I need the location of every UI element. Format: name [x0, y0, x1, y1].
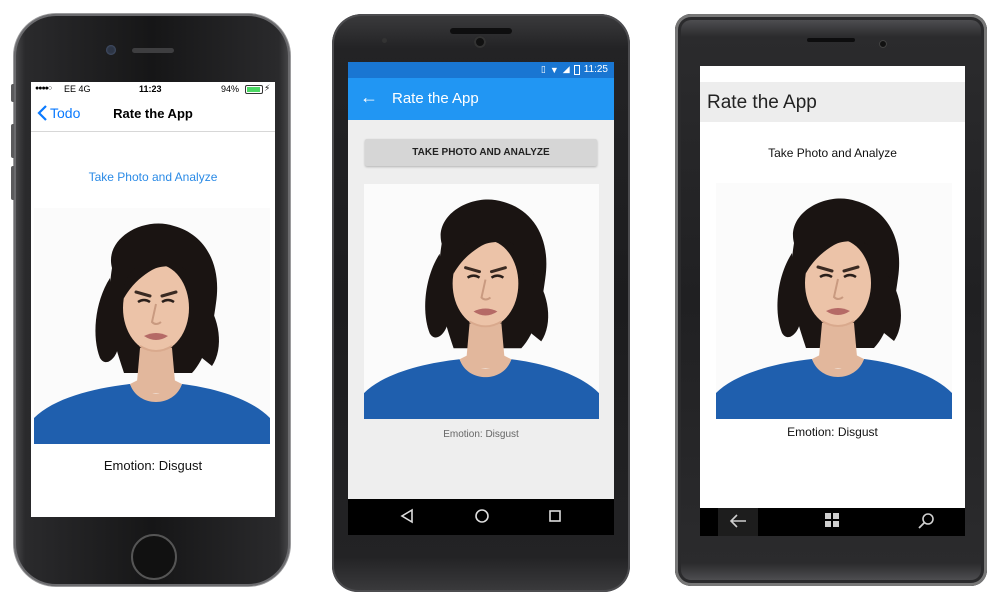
emotion-result: Emotion: Disgust — [103, 458, 203, 473]
iphone-device: ●●●●○ EE 4G 11:23 94% ⚡ Todo Rate the Ap… — [11, 14, 290, 586]
earpiece-speaker — [807, 38, 855, 42]
page-title: Rate the App — [707, 92, 817, 113]
front-camera — [474, 36, 486, 48]
arrow-left-icon[interactable]: ← — [360, 87, 378, 108]
earpiece-speaker — [450, 28, 512, 34]
volume-down-button — [11, 166, 14, 200]
windows-navigation-bar — [700, 508, 965, 536]
windows-phone-device: Rate the App Take Photo and Analyze Emot… — [675, 14, 987, 586]
signal-icon: ◢ — [562, 64, 570, 74]
volume-up-button — [11, 124, 14, 158]
status-icons: ▯ ▼ ◢ 11:25 — [541, 64, 608, 75]
battery-icon — [573, 64, 580, 75]
android-toolbar: ← Rate the App — [348, 78, 614, 120]
android-screen: ▯ ▼ ◢ 11:25 ← Rate the App TAKE PHOTO AN… — [348, 62, 614, 499]
take-photo-button[interactable]: Take Photo and Analyze — [31, 170, 275, 184]
ios-navigation-bar: Todo Rate the App — [31, 96, 275, 132]
proximity-sensor — [382, 38, 387, 43]
windows-logo-icon[interactable] — [824, 512, 840, 528]
charging-icon: ⚡ — [264, 83, 271, 93]
analyzed-photo — [716, 183, 952, 419]
windows-title-bar: Rate the App — [700, 82, 965, 122]
wifi-icon: ▼ — [549, 64, 559, 75]
status-time: 11:25 — [583, 64, 608, 75]
back-triangle-icon[interactable] — [400, 508, 414, 524]
vibrate-icon: ▯ — [540, 64, 546, 74]
windows-back-icon[interactable] — [728, 512, 748, 530]
analyzed-photo — [34, 208, 270, 444]
status-time: 11:23 — [139, 84, 162, 94]
ios-status-bar: ●●●●○ EE 4G 11:23 94% ⚡ — [31, 82, 275, 96]
recents-square-icon[interactable] — [548, 508, 562, 524]
front-camera — [879, 40, 887, 48]
carrier-label: EE 4G — [64, 84, 91, 94]
ios-screen: ●●●●○ EE 4G 11:23 94% ⚡ Todo Rate the Ap… — [31, 82, 275, 517]
take-photo-button[interactable]: TAKE PHOTO AND ANALYZE — [365, 139, 597, 166]
page-title: Rate the App — [113, 106, 193, 121]
page-title: Rate the App — [392, 90, 479, 107]
battery-icon — [245, 85, 263, 94]
home-circle-icon[interactable] — [474, 508, 490, 524]
mute-switch — [11, 84, 14, 102]
home-button[interactable] — [131, 534, 177, 580]
windows-screen: Rate the App Take Photo and Analyze Emot… — [700, 66, 965, 508]
search-icon[interactable] — [918, 512, 936, 530]
earpiece-speaker — [132, 48, 174, 53]
emotion-result: Emotion: Disgust — [787, 425, 878, 439]
analyzed-photo — [364, 184, 599, 419]
android-device: ▯ ▼ ◢ 11:25 ← Rate the App TAKE PHOTO AN… — [332, 14, 630, 592]
emotion-result: Emotion: Disgust — [443, 429, 519, 440]
android-navigation-bar — [348, 499, 614, 535]
signal-strength: ●●●●○ — [35, 85, 52, 92]
android-status-bar: ▯ ▼ ◢ 11:25 — [348, 62, 614, 78]
take-photo-button[interactable]: Take Photo and Analyze — [700, 146, 965, 160]
battery-percent: 94% — [221, 84, 240, 94]
front-camera — [106, 45, 116, 55]
